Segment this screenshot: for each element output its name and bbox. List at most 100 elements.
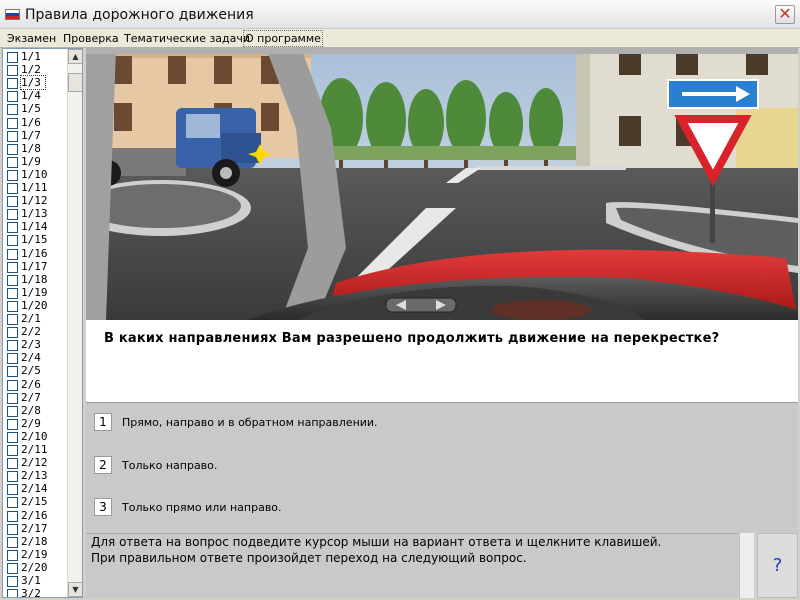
question-checkbox[interactable] [7,523,18,535]
list-item[interactable]: 2/7 [5,391,67,405]
question-checkbox[interactable] [7,209,18,221]
question-checkbox[interactable] [7,340,18,352]
question-checkbox[interactable] [7,576,18,587]
list-item[interactable]: 2/16 [5,509,67,523]
question-checkbox[interactable] [7,196,18,208]
question-checkbox[interactable] [7,366,18,378]
question-list[interactable]: 1/1 1/2 1/3 1/4 1/5 1/6 1/7 1/8 1/9 1/10 1/11 1/12 1… [2,48,83,598]
list-item[interactable]: 1/17 [5,260,67,274]
list-item[interactable]: 1/1 [5,50,67,64]
list-item[interactable]: 1/16 [5,247,67,261]
list-item[interactable]: 2/13 [5,469,67,483]
question-checkbox[interactable] [7,510,18,522]
list-item[interactable]: 2/5 [5,364,67,378]
question-checkbox[interactable] [7,143,18,155]
list-item[interactable]: 2/3 [5,338,67,352]
list-item[interactable]: 2/12 [5,456,67,470]
question-checkbox[interactable] [7,300,18,312]
answer-option-2[interactable]: 2 Только направо. [94,456,774,476]
list-item[interactable]: 2/19 [5,548,67,562]
list-item[interactable]: 1/7 [5,129,67,143]
question-checkbox[interactable] [7,549,18,561]
list-item[interactable]: 2/14 [5,482,67,496]
question-number-label: 1/12 [21,194,48,208]
list-item[interactable]: 1/5 [5,102,67,116]
list-item[interactable]: 1/4 [5,89,67,103]
question-checkbox[interactable] [7,169,18,181]
menu-check[interactable]: Проверка [63,31,119,46]
list-item[interactable]: 2/9 [5,417,67,431]
question-checkbox[interactable] [7,104,18,116]
menu-exam[interactable]: Экзамен [7,31,56,46]
list-item[interactable]: 2/8 [5,404,67,418]
question-checkbox[interactable] [7,471,18,483]
question-checkbox[interactable] [7,431,18,443]
answer-option-3[interactable]: 3 Только прямо или направо. [94,498,774,518]
list-item[interactable]: 1/19 [5,286,67,300]
question-checkbox[interactable] [7,445,18,456]
question-checkbox[interactable] [7,248,18,260]
list-item[interactable]: 2/11 [5,443,67,457]
list-item[interactable]: 3/2 [5,587,67,597]
list-item[interactable]: 1/3 [5,75,67,91]
list-item[interactable]: 2/1 [5,312,67,326]
question-checkbox[interactable] [7,261,18,273]
answer-option-1[interactable]: 1 Прямо, направо и в обратном направлени… [94,413,774,433]
list-item[interactable]: 1/2 [5,63,67,77]
list-item[interactable]: 1/12 [5,194,67,208]
question-checkbox[interactable] [7,458,18,470]
question-checkbox[interactable] [7,287,18,299]
question-checkbox[interactable] [7,379,18,391]
scroll-up-button[interactable]: ▲ [68,49,82,64]
question-checkbox[interactable] [7,183,18,194]
list-item[interactable]: 1/10 [5,168,67,182]
list-item[interactable]: 1/15 [5,233,67,247]
question-checkbox[interactable] [7,327,18,339]
question-checkbox[interactable] [7,314,18,325]
question-checkbox[interactable] [7,52,18,63]
list-item[interactable]: 2/2 [5,325,67,339]
question-checkbox[interactable] [7,353,18,365]
menu-topics[interactable]: Тематические задачи [124,31,250,46]
question-checkbox[interactable] [7,589,18,597]
question-checkbox[interactable] [7,235,18,247]
question-checkbox[interactable] [7,222,18,234]
question-checkbox[interactable] [7,484,18,496]
question-checkbox[interactable] [7,130,18,142]
question-checkbox[interactable] [7,117,18,129]
list-item[interactable]: 1/11 [5,181,67,195]
question-checkbox[interactable] [7,562,18,574]
help-button[interactable]: ? [757,533,798,598]
list-item[interactable]: 2/4 [5,351,67,365]
list-item[interactable]: 1/9 [5,155,67,169]
question-checkbox[interactable] [7,405,18,417]
question-checkbox[interactable] [7,392,18,404]
list-item[interactable]: 1/6 [5,116,67,130]
list-item[interactable]: 1/14 [5,220,67,234]
hint-scrollbar[interactable] [739,533,754,598]
question-checkbox[interactable] [7,78,18,90]
list-item[interactable]: 2/18 [5,535,67,549]
close-button[interactable]: ✕ [775,5,795,24]
list-item[interactable]: 2/20 [5,561,67,575]
question-checkbox[interactable] [7,65,18,77]
question-checkbox[interactable] [7,274,18,286]
question-checkbox[interactable] [7,536,18,548]
question-checkbox[interactable] [7,418,18,430]
menu-about[interactable]: О программе [243,30,323,47]
list-item[interactable]: 2/17 [5,522,67,536]
list-item[interactable]: 1/13 [5,207,67,221]
question-checkbox[interactable] [7,497,18,509]
list-item[interactable]: 1/8 [5,142,67,156]
question-checkbox[interactable] [7,91,18,103]
list-item[interactable]: 2/10 [5,430,67,444]
question-checkbox[interactable] [7,156,18,168]
list-item[interactable]: 1/20 [5,299,67,313]
scroll-down-button[interactable]: ▼ [68,582,82,597]
scroll-thumb[interactable] [68,73,82,92]
list-scrollbar[interactable]: ▲ ▼ [67,49,82,597]
list-item[interactable]: 1/18 [5,273,67,287]
list-item[interactable]: 2/15 [5,495,67,509]
list-item[interactable]: 3/1 [5,574,67,588]
list-item[interactable]: 2/6 [5,378,67,392]
